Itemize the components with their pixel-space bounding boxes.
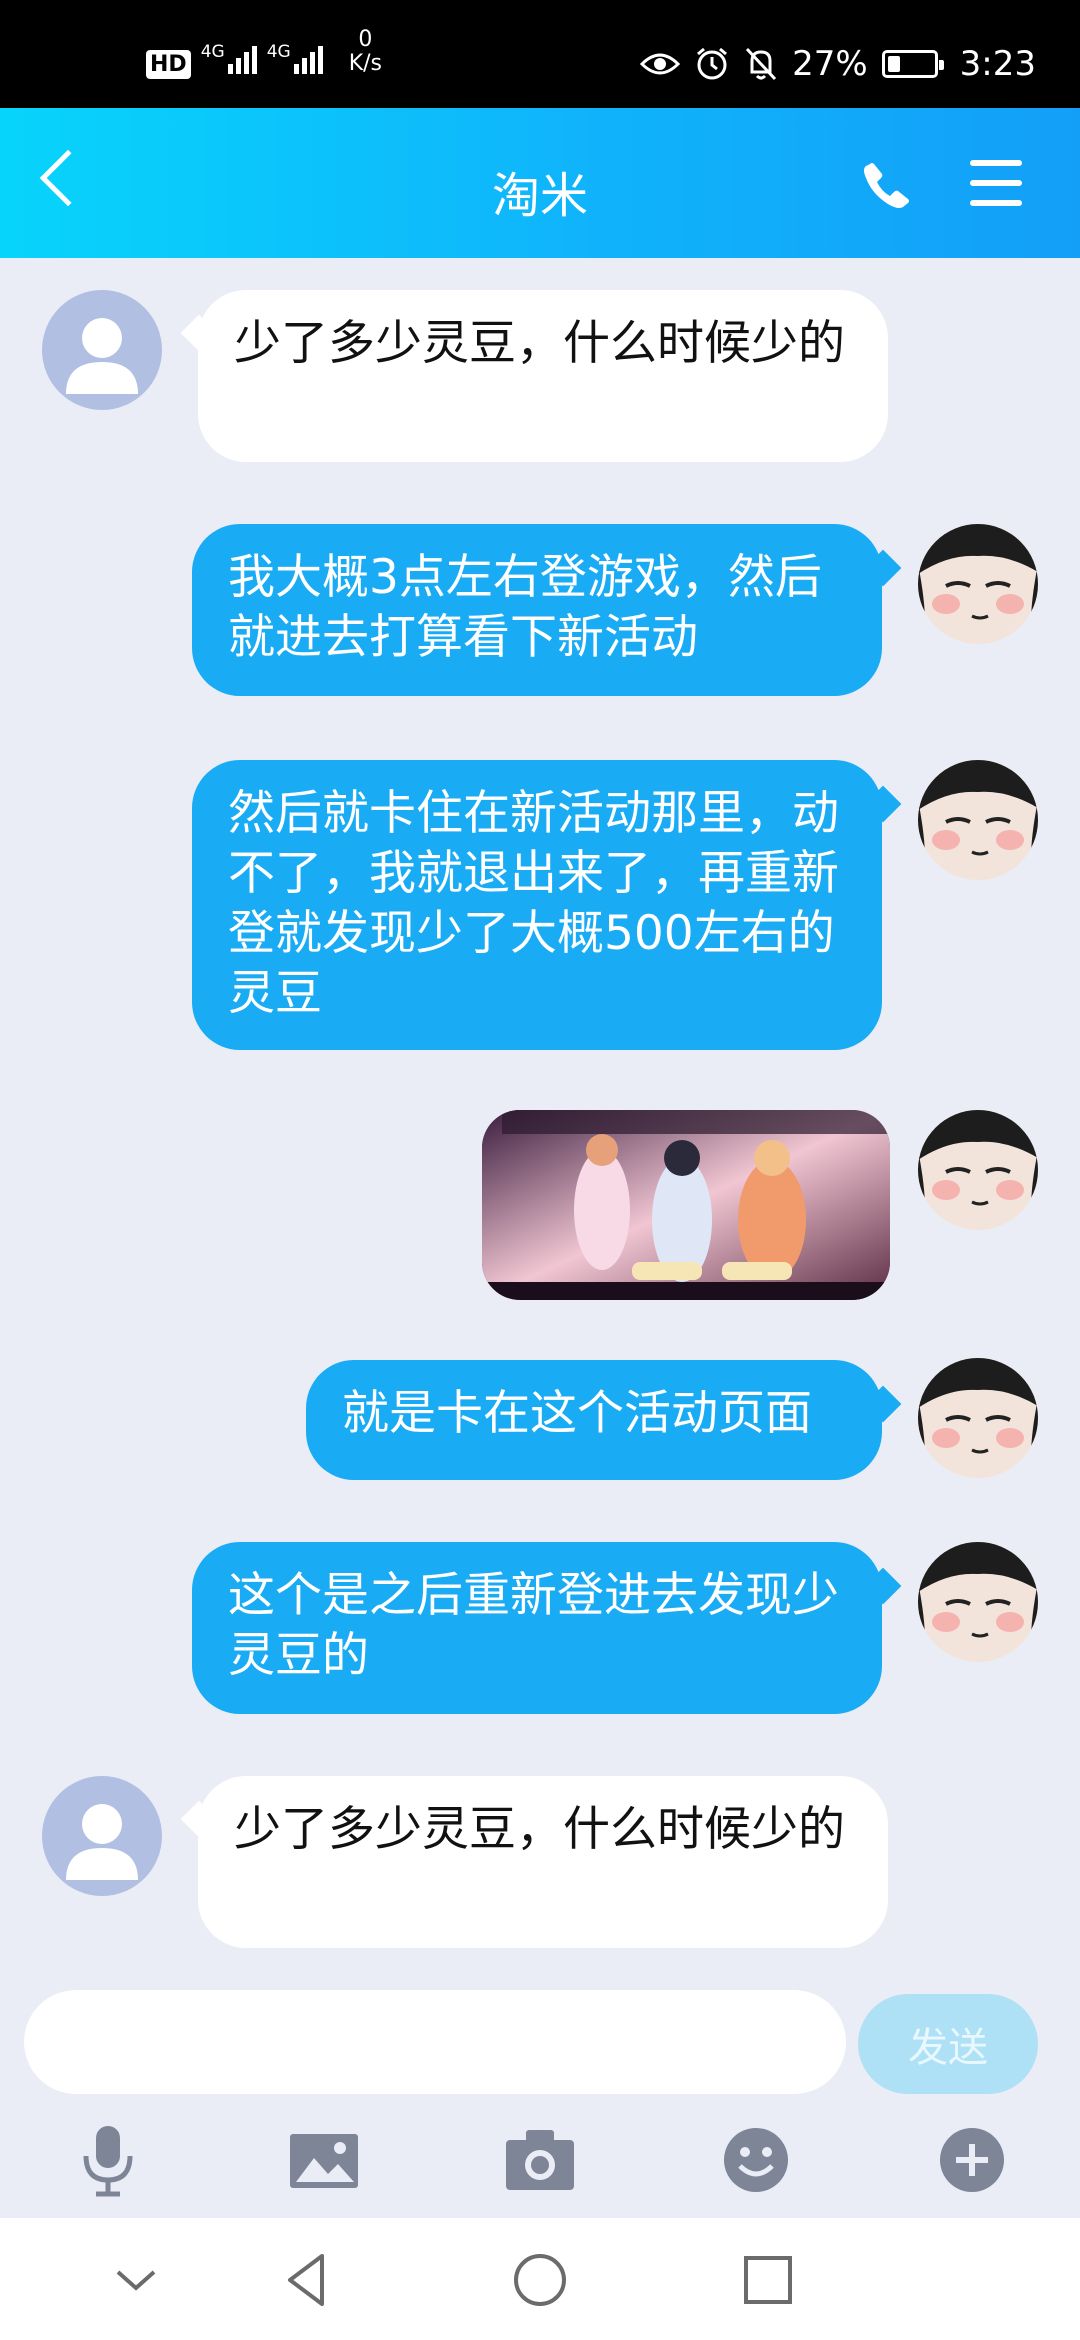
system-nav-bar: [0, 2218, 1080, 2340]
hd-volte-icon: HD: [146, 50, 191, 79]
plus-icon[interactable]: [932, 2120, 1012, 2200]
chat-header: 淘米: [0, 108, 1080, 258]
message-text: 我大概3点左右登游戏，然后就进去打算看下新活动: [228, 550, 822, 665]
menu-icon[interactable]: [970, 160, 1022, 206]
anime-avatar-image: [918, 1358, 1038, 1478]
network-speed-unit: K/s: [348, 51, 382, 76]
user-avatar[interactable]: [918, 524, 1038, 644]
emoji-icon[interactable]: [716, 2120, 796, 2200]
message-text: 这个是之后重新登进去发现少灵豆的: [228, 1568, 839, 1683]
eye-icon: [640, 53, 681, 75]
recents-square-icon[interactable]: [736, 2248, 800, 2312]
contact-avatar[interactable]: [42, 1776, 162, 1896]
phone-icon[interactable]: [862, 160, 912, 210]
message-text: 少了多少灵豆，什么时候少的: [234, 1802, 845, 1857]
alarm-icon: [697, 47, 728, 80]
message-text: 就是卡在这个活动页面: [342, 1386, 812, 1441]
network-type-1: 4G: [200, 42, 225, 62]
status-bar: HD 4G 4G 0 K/s 27% 3:23: [0, 0, 1080, 108]
battery-percent: 27%: [792, 44, 868, 84]
default-user-icon: [66, 1804, 138, 1880]
message-bubble[interactable]: 我大概3点左右登游戏，然后就进去打算看下新活动: [192, 524, 882, 696]
camera-icon[interactable]: [500, 2120, 580, 2200]
default-user-icon: [66, 318, 138, 394]
contact-avatar[interactable]: [42, 290, 162, 410]
message-bubble[interactable]: 少了多少灵豆，什么时候少的: [198, 290, 888, 462]
network-speed-value: 0: [358, 27, 373, 52]
microphone-icon[interactable]: [68, 2120, 148, 2200]
message-text: 然后就卡住在新活动那里，动不了，我就退出来了，再重新登就发现少了大概500左右的…: [228, 786, 839, 1021]
game-screenshot-thumbnail: [482, 1110, 890, 1300]
network-type-2: 4G: [266, 42, 291, 62]
message-input[interactable]: [24, 1990, 846, 2094]
anime-avatar-image: [918, 1542, 1038, 1662]
user-avatar[interactable]: [918, 1358, 1038, 1478]
message-text: 少了多少灵豆，什么时候少的: [234, 316, 845, 371]
battery-icon: [881, 50, 944, 78]
network-speed: 0 K/s: [349, 28, 382, 76]
anime-avatar-image: [918, 524, 1038, 644]
message-bubble[interactable]: 少了多少灵豆，什么时候少的: [198, 1776, 888, 1948]
signal-icon-1: 4G: [201, 42, 257, 74]
message-bubble[interactable]: 然后就卡住在新活动那里，动不了，我就退出来了，再重新登就发现少了大概500左右的…: [192, 760, 882, 1050]
collapse-chevron-icon[interactable]: [104, 2248, 168, 2312]
user-avatar[interactable]: [918, 1542, 1038, 1662]
send-button[interactable]: 发送: [858, 1994, 1038, 2094]
clock: 3:23: [959, 44, 1036, 84]
signal-icon-2: 4G: [267, 42, 323, 74]
user-avatar[interactable]: [918, 1110, 1038, 1230]
mute-bell-icon: [745, 47, 777, 81]
image-message[interactable]: [482, 1110, 890, 1300]
home-circle-icon[interactable]: [508, 2248, 572, 2312]
message-bubble[interactable]: 就是卡在这个活动页面: [306, 1360, 882, 1480]
anime-avatar-image: [918, 760, 1038, 880]
back-triangle-icon[interactable]: [276, 2248, 340, 2312]
user-avatar[interactable]: [918, 760, 1038, 880]
image-icon[interactable]: [284, 2120, 364, 2200]
anime-avatar-image: [918, 1110, 1038, 1230]
chat-title: 淘米: [491, 168, 588, 224]
message-bubble[interactable]: 这个是之后重新登进去发现少灵豆的: [192, 1542, 882, 1714]
